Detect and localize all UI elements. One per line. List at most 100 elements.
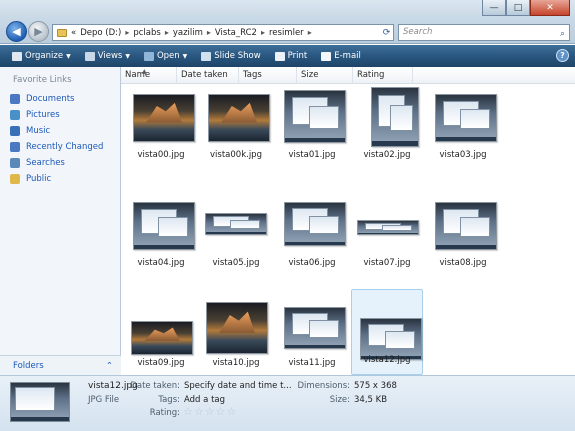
organize-label: Organize [25, 51, 64, 61]
image-preview [205, 213, 267, 235]
address-bar[interactable]: « Depo (D:) ▸ pclabs ▸ yazilim ▸ Vista_R… [52, 24, 394, 41]
file-name-label: vista01.jpg [288, 150, 336, 160]
file-thumbnail[interactable]: vista00k.jpg [200, 87, 272, 187]
open-label: Open [156, 51, 180, 61]
folders-toggle[interactable]: Folders ⌃ [0, 355, 121, 375]
maximize-button[interactable]: □ [506, 0, 530, 16]
views-label: Views [97, 51, 123, 61]
breadcrumb-separator-icon[interactable]: ▸ [308, 28, 312, 37]
open-icon [143, 51, 154, 61]
file-list-pane: ▲ Name Date taken Tags Size Rating vista… [121, 67, 575, 375]
favorite-link[interactable]: Music [10, 123, 103, 139]
selected-file-preview [10, 382, 70, 422]
minimize-button[interactable]: — [482, 0, 506, 16]
breadcrumb-overflow[interactable]: « [71, 28, 76, 38]
file-thumbnail[interactable]: vista05.jpg [200, 195, 272, 295]
arrow-left-icon: ◀ [12, 25, 21, 38]
breadcrumb-item[interactable]: yazilim [173, 28, 203, 38]
file-name-label: vista06.jpg [288, 258, 336, 268]
breadcrumb-separator-icon[interactable]: ▸ [125, 28, 129, 37]
views-button[interactable]: Views ▼ [79, 49, 136, 63]
envelope-icon [321, 51, 332, 61]
favorite-link[interactable]: Documents [10, 91, 103, 107]
file-thumbnail[interactable]: vista12.jpg [351, 289, 423, 375]
file-thumbnail[interactable]: vista00.jpg [125, 87, 197, 187]
star-icon[interactable]: ☆ [227, 406, 237, 417]
file-name-label: vista03.jpg [439, 150, 487, 160]
column-size-label: Size [301, 70, 319, 80]
print-button[interactable]: Print [269, 49, 314, 63]
folder-icon [10, 94, 20, 104]
views-icon [84, 51, 95, 61]
star-icon[interactable]: ☆ [183, 406, 193, 417]
breadcrumb-separator-icon[interactable]: ▸ [207, 28, 211, 37]
breadcrumb-item[interactable]: Vista_RC2 [215, 28, 257, 38]
email-button[interactable]: E-mail [315, 49, 367, 63]
favorite-link-label: Pictures [26, 110, 60, 120]
forward-button[interactable]: ▶ [28, 21, 49, 42]
file-thumbnail[interactable]: vista08.jpg [427, 195, 499, 295]
star-icon[interactable]: ☆ [194, 406, 204, 417]
column-rating-label: Rating [357, 70, 385, 80]
file-name-label: vista02.jpg [363, 150, 411, 160]
slideshow-button[interactable]: Slide Show [195, 49, 266, 63]
folder-icon [57, 28, 67, 37]
column-size[interactable]: Size [297, 67, 353, 84]
chevron-down-icon: ▼ [66, 52, 71, 60]
file-name-label: vista07.jpg [363, 258, 411, 268]
search-input[interactable]: Search ⌕ [398, 24, 570, 41]
star-icon[interactable]: ☆ [216, 406, 226, 417]
favorite-link[interactable]: Public [10, 171, 103, 187]
chevron-up-icon: ⌃ [105, 360, 113, 371]
column-rating[interactable]: Rating [353, 67, 413, 84]
file-thumbnail[interactable]: vista07.jpg [351, 195, 423, 295]
size-value: 34,5 KB [354, 395, 388, 405]
file-thumbnail[interactable]: vista02.jpg [351, 87, 423, 187]
help-icon[interactable]: ? [556, 49, 569, 62]
details-pane: vista12.jpg JPG File Date taken: Specify… [0, 375, 575, 431]
file-name-label: vista00k.jpg [210, 150, 262, 160]
tags-value[interactable]: Add a tag [184, 395, 225, 405]
back-button[interactable]: ◀ [6, 21, 27, 42]
column-header: ▲ Name Date taken Tags Size Rating [121, 67, 575, 84]
open-button[interactable]: Open ▼ [138, 49, 193, 63]
folder-icon [10, 110, 20, 120]
file-thumbnail[interactable]: vista01.jpg [276, 87, 348, 187]
file-thumbnail[interactable]: vista03.jpg [427, 87, 499, 187]
breadcrumb-item[interactable]: pclabs [133, 28, 160, 38]
organize-button[interactable]: Organize ▼ [6, 49, 77, 63]
column-date-taken[interactable]: Date taken [177, 67, 239, 84]
breadcrumb-separator-icon[interactable]: ▸ [165, 28, 169, 37]
image-preview [206, 302, 268, 354]
chevron-down-icon: ▼ [182, 52, 188, 60]
slideshow-label: Slide Show [214, 51, 261, 61]
favorite-link[interactable]: Pictures [10, 107, 103, 123]
search-icon[interactable]: ⌕ [560, 27, 565, 42]
file-name-label: vista09.jpg [137, 358, 185, 368]
file-thumbnail[interactable]: vista04.jpg [125, 195, 197, 295]
tags-label: Tags: [158, 395, 180, 405]
column-name[interactable]: ▲ Name [121, 67, 177, 84]
date-taken-label: Date taken: [130, 381, 180, 391]
refresh-button[interactable]: ⟳ [378, 24, 395, 41]
file-name-label: vista10.jpg [212, 358, 260, 368]
favorite-link-label: Public [26, 174, 52, 184]
file-name-label: vista04.jpg [137, 258, 185, 268]
favorite-link[interactable]: Recently Changed [10, 139, 103, 155]
favorite-link[interactable]: Searches [10, 155, 103, 171]
rating-stars[interactable]: ☆ ☆ ☆ ☆ ☆ [183, 406, 237, 417]
column-tags[interactable]: Tags [239, 67, 297, 84]
file-thumbnail[interactable]: vista06.jpg [276, 195, 348, 295]
star-icon[interactable]: ☆ [205, 406, 215, 417]
close-button[interactable]: ✕ [530, 0, 570, 16]
breadcrumb-separator-icon[interactable]: ▸ [261, 28, 265, 37]
breadcrumb-item[interactable]: Depo (D:) [80, 28, 121, 38]
column-tags-label: Tags [243, 70, 262, 80]
image-preview [131, 321, 193, 355]
folder-icon [10, 126, 20, 136]
command-bar: Organize ▼ Views ▼ Open ▼ Slide Show Pri… [0, 45, 575, 67]
window-controls: — □ ✕ [482, 0, 570, 16]
folder-icon [10, 158, 20, 168]
breadcrumb-item[interactable]: resimler [269, 28, 304, 38]
favorite-link-label: Documents [26, 94, 75, 104]
